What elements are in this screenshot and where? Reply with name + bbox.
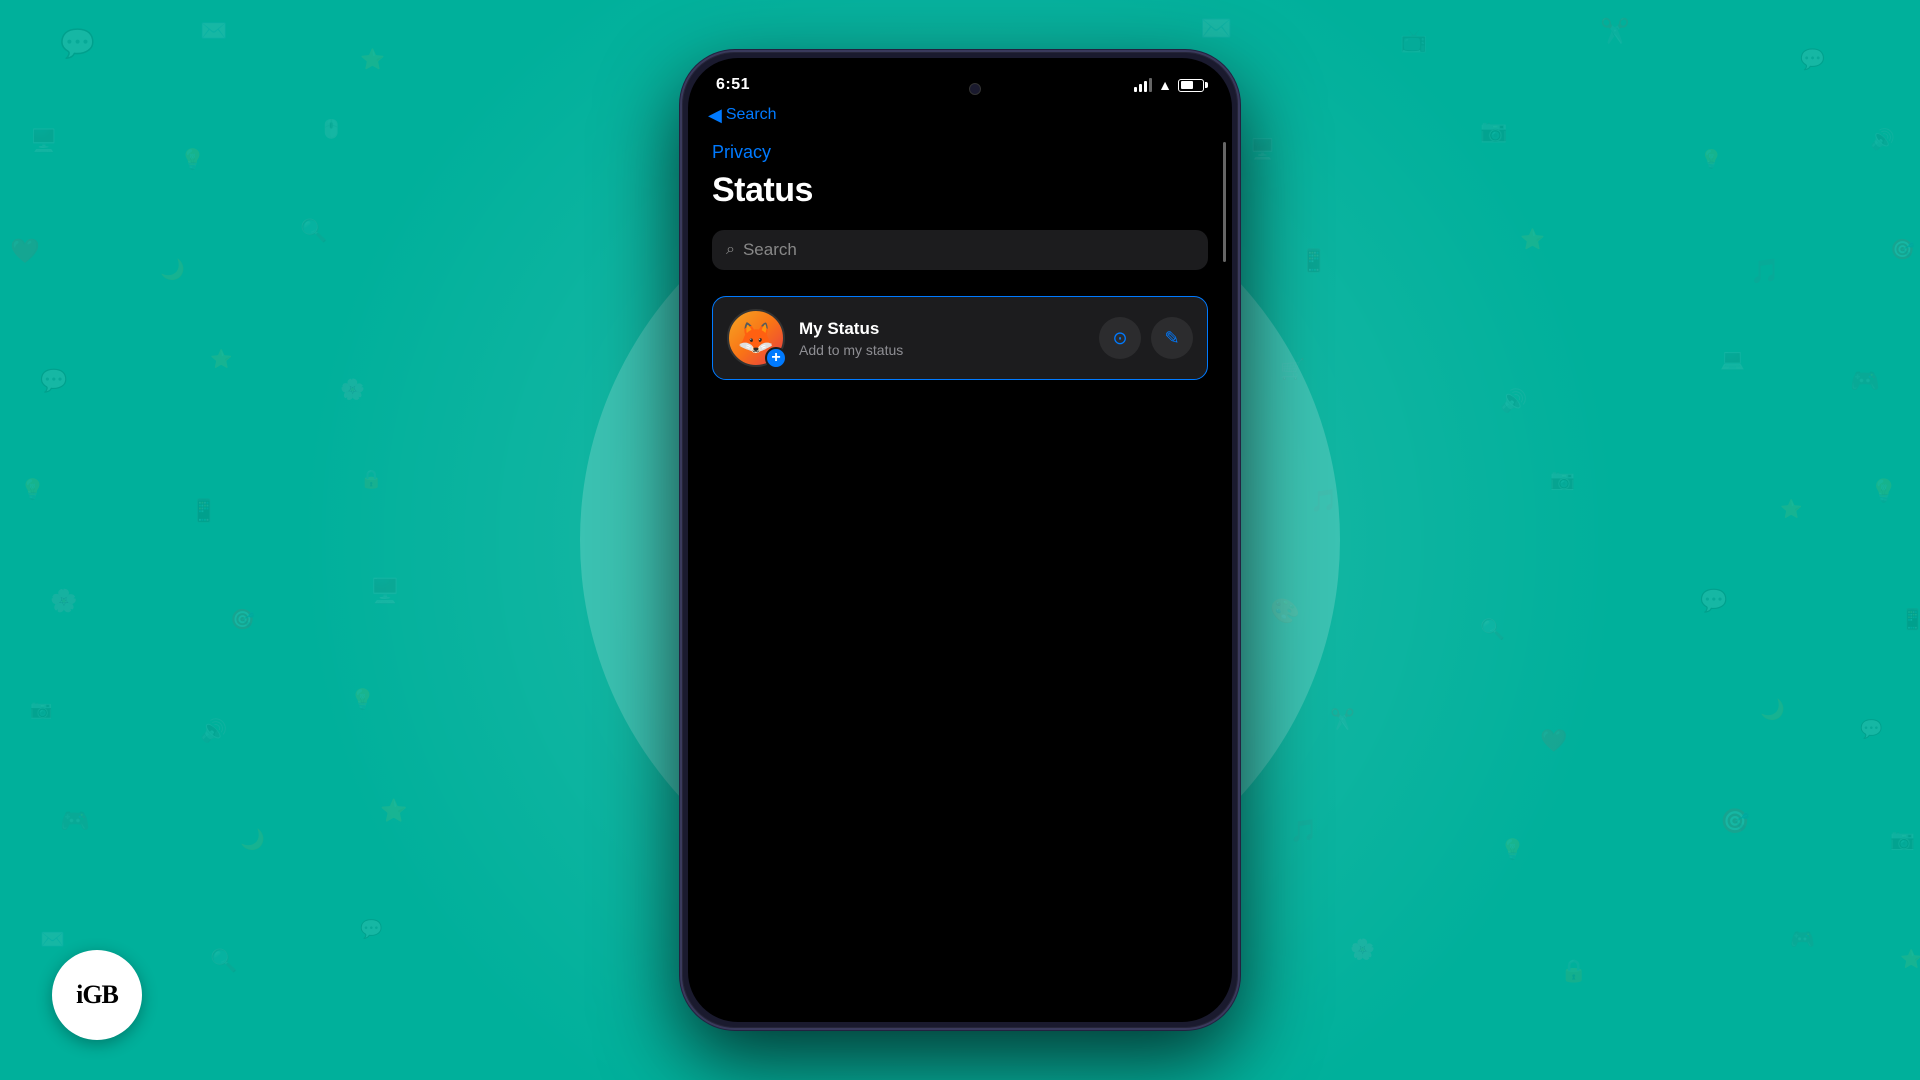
- camera-button[interactable]: ⊙: [1099, 317, 1141, 359]
- phone-button-vol-down: [680, 392, 682, 452]
- phone-button-power: [1238, 252, 1240, 332]
- status-name: My Status: [799, 319, 1085, 339]
- back-button[interactable]: ◀ Search: [708, 106, 777, 124]
- search-bar[interactable]: ⌕ Search: [712, 230, 1208, 270]
- signal-bar-1: [1134, 87, 1137, 92]
- signal-bar-2: [1139, 84, 1142, 92]
- status-actions: ⊙ ✎: [1099, 317, 1193, 359]
- camera-icon: ⊙: [1112, 328, 1127, 349]
- search-placeholder: Search: [743, 240, 797, 260]
- pencil-button[interactable]: ✎: [1151, 317, 1193, 359]
- battery-fill: [1181, 81, 1194, 89]
- signal-bar-4: [1149, 78, 1152, 92]
- front-camera: [969, 83, 981, 95]
- my-status-item[interactable]: 🦊 + My Status Add to my status ⊙ ✎: [712, 296, 1208, 380]
- wifi-icon: ▲: [1158, 77, 1172, 93]
- status-icons: ▲: [1134, 77, 1204, 93]
- add-status-badge[interactable]: +: [765, 347, 787, 369]
- phone-button-right2: [1238, 352, 1240, 412]
- clock: 6:51: [716, 76, 750, 94]
- back-chevron-icon: ◀: [708, 106, 722, 124]
- status-subtitle: Add to my status: [799, 342, 1085, 358]
- phone-button-vol-up: [680, 312, 682, 372]
- pencil-icon: ✎: [1164, 328, 1179, 349]
- signal-icon: [1134, 78, 1152, 92]
- phone-screen: 6:51 ▲ ◀ Search: [688, 58, 1232, 1022]
- phone-button-mute: [680, 252, 682, 292]
- avatar-wrap: 🦊 +: [727, 309, 785, 367]
- signal-bar-3: [1144, 81, 1147, 92]
- page-title: Status: [712, 171, 1208, 210]
- battery-icon: [1178, 79, 1204, 92]
- scroll-indicator: [1223, 142, 1226, 262]
- dynamic-island: [900, 72, 1020, 106]
- scrollbar[interactable]: [1222, 142, 1226, 1022]
- nav-bar: ◀ Search: [688, 102, 1232, 132]
- back-button-label: Search: [726, 106, 777, 124]
- phone-frame: 6:51 ▲ ◀ Search: [680, 50, 1240, 1030]
- screen-content: Privacy Status ⌕ Search 🦊 + My: [688, 132, 1232, 1022]
- search-icon: ⌕: [726, 241, 735, 259]
- igb-logo: iGB: [52, 950, 142, 1040]
- privacy-link[interactable]: Privacy: [712, 142, 1208, 163]
- status-text: My Status Add to my status: [799, 319, 1085, 358]
